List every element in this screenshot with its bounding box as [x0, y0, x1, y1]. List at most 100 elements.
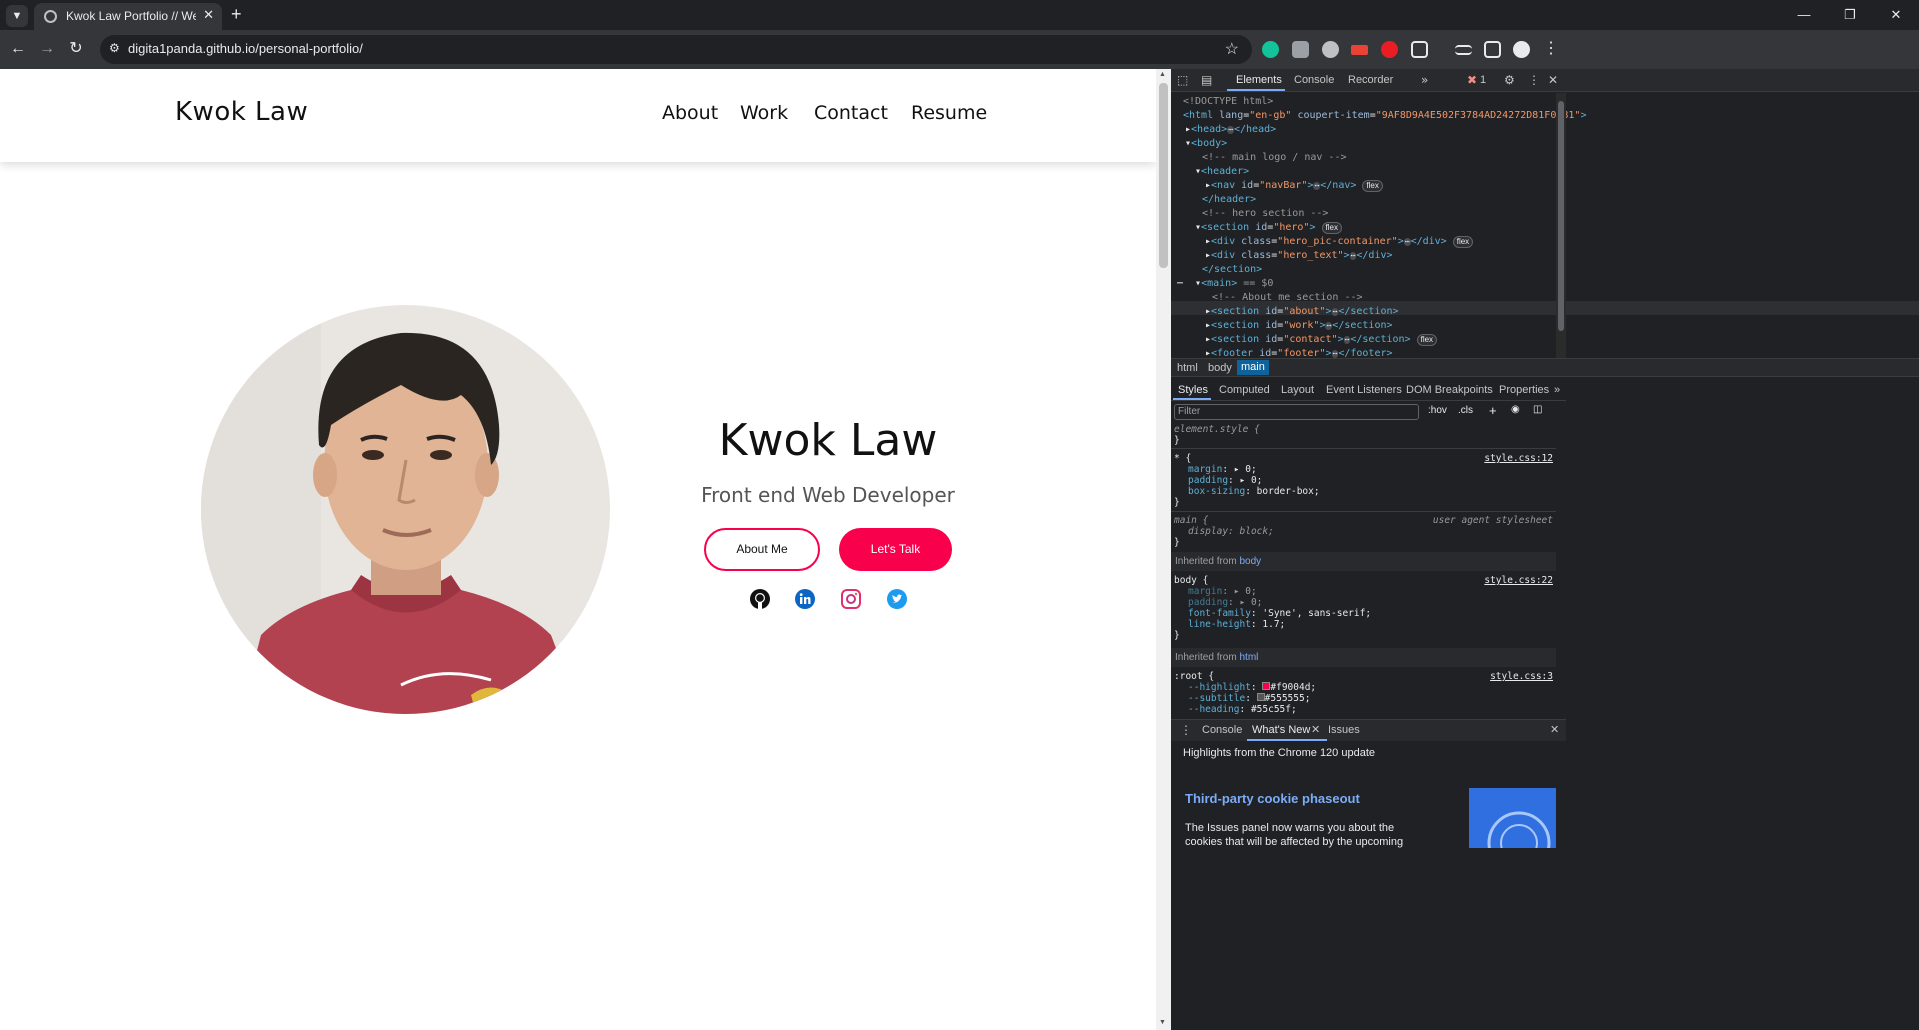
side-panel-icon[interactable] [1484, 41, 1501, 58]
style-source-link[interactable]: style.css:22 [1484, 575, 1553, 586]
style-declaration[interactable]: line-height: 1.7; [1188, 619, 1285, 630]
error-icon[interactable]: ✖ [1467, 73, 1477, 87]
close-drawer-icon[interactable]: ✕ [1550, 723, 1559, 736]
github-icon[interactable] [749, 588, 771, 610]
close-tab-icon[interactable]: ✕ [203, 7, 214, 23]
sidebar-toggle-icon[interactable]: ◫ [1533, 404, 1542, 415]
breadcrumb-main[interactable]: main [1237, 360, 1269, 375]
nav-contact[interactable]: Contact [814, 102, 888, 124]
page-scrollbar[interactable]: ▲ ▼ [1156, 69, 1171, 1030]
grammarly-extension-icon[interactable] [1262, 41, 1279, 58]
dom-node[interactable]: <!-- About me section --> [1212, 291, 1363, 305]
dom-node[interactable]: ▾<header> [1195, 165, 1249, 179]
instagram-icon[interactable] [840, 588, 862, 610]
tab-properties[interactable]: Properties [1499, 384, 1549, 396]
extension-icon[interactable] [1322, 41, 1339, 58]
tab-layout[interactable]: Layout [1281, 384, 1314, 396]
style-rule-selector[interactable]: :root { [1174, 671, 1214, 682]
new-tab-button[interactable]: + [231, 4, 242, 25]
style-rule-selector[interactable]: element.style { [1174, 424, 1260, 435]
breadcrumb-body[interactable]: body [1208, 362, 1232, 374]
style-declaration[interactable]: --highlight: #f9004d; [1188, 682, 1316, 693]
dom-node[interactable]: ▸<section id="contact">⋯</section> flex [1205, 333, 1438, 347]
tab-console[interactable]: Console [1294, 74, 1334, 86]
style-source-link[interactable]: style.css:3 [1490, 671, 1553, 682]
browser-tab[interactable]: Kwok Law Portfolio // Web Developer ✕ [34, 3, 222, 30]
devtools-scrollbar[interactable] [1556, 93, 1566, 358]
back-arrow-icon[interactable]: ← [8, 39, 28, 59]
devtools-menu-icon[interactable]: ⋮ [1528, 73, 1540, 87]
style-declaration[interactable]: display: block; [1188, 526, 1274, 537]
styles-filter-input[interactable]: Filter [1174, 404, 1419, 420]
dom-node[interactable]: <html lang="en-gb" coupert-item="9AF8D9A… [1183, 109, 1586, 123]
drawer-tab-issues[interactable]: Issues [1328, 724, 1360, 736]
add-rule-icon[interactable]: + [1489, 403, 1497, 418]
puzzle-extensions-icon[interactable] [1411, 41, 1428, 58]
dom-node[interactable]: ▸<section id="about">⋯</section> [1205, 305, 1399, 319]
nav-resume[interactable]: Resume [911, 102, 987, 124]
style-declaration[interactable]: margin: ▸ 0; [1188, 586, 1257, 597]
minimize-button[interactable]: — [1781, 0, 1827, 30]
style-declaration[interactable]: --heading: #55c55f; [1188, 704, 1297, 714]
device-toolbar-icon[interactable]: ▤ [1201, 73, 1212, 87]
profile-avatar[interactable] [1513, 41, 1530, 58]
dom-node[interactable]: ▸<footer id="footer">⋯</footer> [1205, 347, 1393, 358]
linkedin-icon[interactable] [794, 588, 816, 610]
scrollbar-thumb[interactable] [1159, 83, 1168, 268]
menu-kebab-icon[interactable]: ⋮ [1541, 39, 1561, 59]
tab-computed[interactable]: Computed [1219, 384, 1270, 396]
dom-node[interactable]: ▸<nav id="navBar">⋯</nav> flex [1205, 179, 1383, 193]
scroll-down-icon[interactable]: ▼ [1159, 1019, 1166, 1026]
nav-about[interactable]: About [662, 102, 718, 124]
site-logo[interactable]: Kwok Law [175, 97, 308, 127]
style-rule-selector[interactable]: * { [1174, 453, 1191, 464]
scrollbar-thumb[interactable] [1558, 101, 1564, 331]
hover-state-toggle[interactable]: :hov [1428, 405, 1447, 416]
dom-node[interactable]: ▸<head>⋯</head> [1185, 123, 1276, 137]
tab-styles[interactable]: Styles [1178, 384, 1208, 396]
tab-dom-breakpoints[interactable]: DOM Breakpoints [1406, 384, 1493, 396]
more-tabs-icon[interactable]: » [1421, 73, 1428, 87]
dom-node[interactable]: </section> [1202, 263, 1262, 277]
tab-recorder[interactable]: Recorder [1348, 74, 1393, 86]
drawer-menu-icon[interactable]: ⋮ [1180, 723, 1192, 737]
extension-icon[interactable] [1381, 41, 1398, 58]
style-declaration[interactable]: padding: ▸ 0; [1188, 597, 1262, 608]
error-count[interactable]: 1 [1480, 74, 1486, 86]
about-me-button[interactable]: About Me [704, 528, 820, 571]
dom-node[interactable]: ▸<div class="hero_pic-container">⋯</div>… [1205, 235, 1474, 249]
drawer-tab-console[interactable]: Console [1202, 724, 1242, 736]
lets-talk-button[interactable]: Let's Talk [839, 528, 952, 571]
dom-node[interactable]: </header> [1202, 193, 1256, 207]
style-declaration[interactable]: margin: ▸ 0; [1188, 464, 1257, 475]
whats-new-title[interactable]: Third-party cookie phaseout [1185, 791, 1360, 806]
class-toggle[interactable]: .cls [1458, 405, 1473, 416]
forward-arrow-icon[interactable]: → [37, 39, 57, 59]
tab-search-button[interactable]: ▼ [6, 5, 28, 27]
url-text[interactable]: digita1panda.github.io/personal-portfoli… [128, 41, 363, 56]
more-tabs-icon[interactable]: » [1554, 384, 1560, 396]
settings-gear-icon[interactable]: ⚙ [1504, 73, 1515, 87]
breadcrumb-html[interactable]: html [1177, 362, 1198, 374]
reload-icon[interactable]: ↻ [66, 39, 86, 59]
twitter-icon[interactable] [886, 588, 908, 610]
dom-node[interactable]: ▾<section id="hero"> flex [1195, 221, 1342, 235]
style-declaration[interactable]: box-sizing: border-box; [1188, 486, 1320, 497]
dom-node-selected[interactable]: ⋯ ▾<main> == $0 [1177, 277, 1273, 291]
close-tab-icon[interactable]: ✕ [1311, 723, 1320, 736]
dom-node[interactable]: <!-- main logo / nav --> [1202, 151, 1347, 165]
reading-list-icon[interactable] [1455, 45, 1472, 55]
close-window-button[interactable]: ✕ [1873, 0, 1919, 30]
style-source-link[interactable]: style.css:12 [1484, 453, 1553, 464]
tab-event-listeners[interactable]: Event Listeners [1326, 384, 1402, 396]
dom-node[interactable]: <!-- hero section --> [1202, 207, 1328, 221]
style-declaration[interactable]: padding: ▸ 0; [1188, 475, 1262, 486]
dom-node[interactable]: <!DOCTYPE html> [1183, 95, 1273, 109]
restore-button[interactable]: ❐ [1827, 0, 1873, 30]
extension-icon[interactable] [1351, 45, 1368, 55]
nav-work[interactable]: Work [740, 102, 788, 124]
style-rule-selector[interactable]: main { [1174, 515, 1208, 526]
style-rule-selector[interactable]: body { [1174, 575, 1208, 586]
inspect-element-icon[interactable]: ⬚ [1177, 73, 1188, 87]
drawer-tab-whats-new[interactable]: What's New [1252, 724, 1310, 736]
